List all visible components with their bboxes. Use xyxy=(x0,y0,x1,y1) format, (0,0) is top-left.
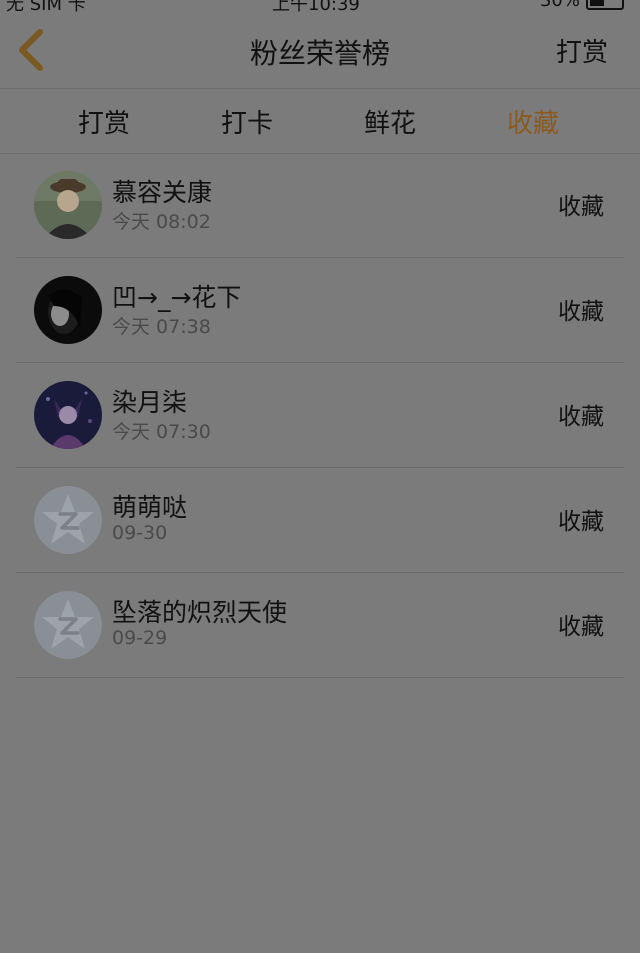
timestamp: 今天 07:38 xyxy=(112,316,211,338)
user-name: 萌萌哒 xyxy=(112,493,188,522)
timestamp: 今天 07:30 xyxy=(112,421,211,443)
list-item[interactable]: 慕容关康 今天 08:02 收藏 xyxy=(16,153,624,258)
avatar xyxy=(34,381,102,449)
battery-percent: 30% xyxy=(539,0,580,11)
avatar xyxy=(34,486,102,554)
default-star-icon xyxy=(34,591,102,659)
list-item[interactable]: 坠落的炽烈天使 09-29 收藏 xyxy=(16,573,624,678)
user-name: 慕容关康 xyxy=(112,178,213,207)
photo-hat-icon xyxy=(34,171,102,239)
user-name: 凹→_→花下 xyxy=(112,283,242,312)
clock-text: 上午10:39 xyxy=(272,0,360,14)
status-bar: 无 SIM 卡 上午10:39 30% xyxy=(0,0,640,14)
action-label: 收藏 xyxy=(558,194,604,220)
list-item[interactable]: 萌萌哒 09-30 收藏 xyxy=(16,468,624,573)
avatar xyxy=(34,591,102,659)
carrier-text: 无 SIM 卡 xyxy=(6,0,86,14)
list-item[interactable]: 凹→_→花下 今天 07:38 收藏 xyxy=(16,258,624,363)
page-title: 粉丝荣誉榜 xyxy=(249,37,390,70)
tab-favorites[interactable]: 收藏 xyxy=(473,103,593,140)
user-name: 染月柒 xyxy=(112,388,188,417)
action-label: 收藏 xyxy=(558,299,604,325)
reward-button[interactable]: 打赏 xyxy=(556,32,608,69)
tab-bar: 打赏 打卡 鲜花 收藏 xyxy=(0,88,640,154)
timestamp: 09-29 xyxy=(112,627,168,649)
battery-icon xyxy=(586,0,624,10)
tab-flowers[interactable]: 鲜花 xyxy=(330,103,450,140)
timestamp: 今天 08:02 xyxy=(112,211,211,233)
photo-dark-icon xyxy=(34,276,102,344)
navigation-bar: 粉丝荣誉榜 打赏 xyxy=(0,14,640,88)
default-star-icon xyxy=(34,486,102,554)
action-label: 收藏 xyxy=(558,509,604,535)
timestamp: 09-30 xyxy=(112,522,168,544)
avatar xyxy=(34,276,102,344)
fan-list: 慕容关康 今天 08:02 收藏 凹→_→花下 今天 07:38 收藏 染月柒 … xyxy=(0,153,640,678)
user-name: 坠落的炽烈天使 xyxy=(112,598,288,627)
tab-reward[interactable]: 打赏 xyxy=(44,103,164,140)
action-label: 收藏 xyxy=(558,614,604,640)
list-item[interactable]: 染月柒 今天 07:30 收藏 xyxy=(16,363,624,468)
tab-checkin[interactable]: 打卡 xyxy=(187,103,307,140)
avatar xyxy=(34,171,102,239)
photo-anime-icon xyxy=(34,381,102,449)
action-label: 收藏 xyxy=(558,404,604,430)
